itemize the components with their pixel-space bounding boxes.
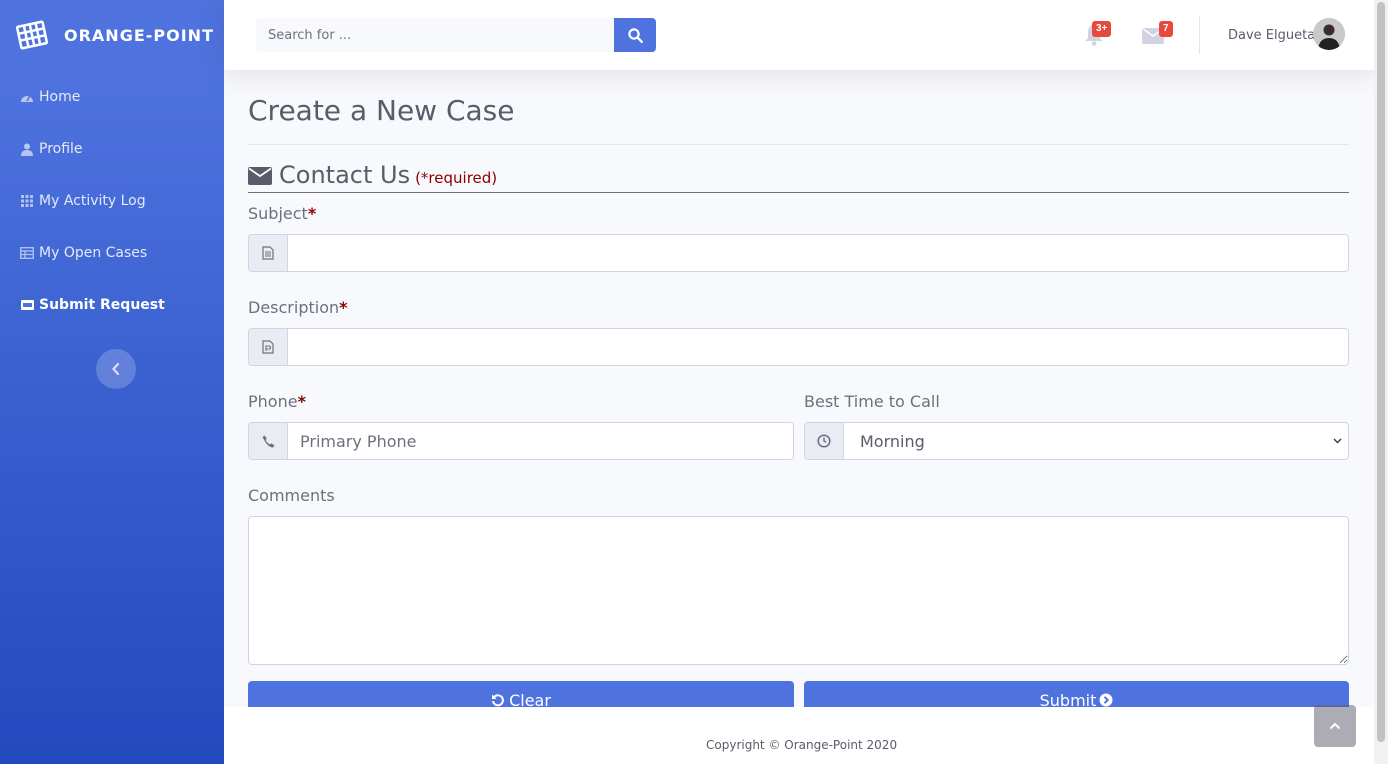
sidebar-toggle-button[interactable] xyxy=(96,349,136,389)
sidebar-item-label: My Activity Log xyxy=(39,193,146,209)
main-content: Create a New Case Contact Us (*required)… xyxy=(248,70,1349,719)
phone-input[interactable] xyxy=(288,423,793,459)
sidebar-item-activity-log[interactable]: My Activity Log xyxy=(0,175,224,227)
messages-button[interactable]: 7 xyxy=(1141,21,1173,46)
subject-input[interactable] xyxy=(288,235,1348,271)
sidebar-item-home[interactable]: Home xyxy=(0,71,224,123)
search-button[interactable] xyxy=(614,18,656,52)
messages-badge: 7 xyxy=(1159,21,1173,37)
description-input[interactable] xyxy=(288,329,1348,365)
chevron-up-icon xyxy=(1329,722,1341,730)
alerts-button[interactable]: 3+ xyxy=(1082,21,1112,46)
description-field-group xyxy=(248,328,1349,366)
copyright-text: Copyright © Orange-Point 2020 xyxy=(706,738,898,752)
phone-icon xyxy=(249,423,288,459)
comments-textarea[interactable] xyxy=(248,516,1349,665)
best-time-value: Morning xyxy=(860,431,925,451)
grid-icon xyxy=(20,194,34,208)
chevron-down-icon xyxy=(1333,438,1342,444)
undo-icon xyxy=(492,694,504,707)
required-note: (*required) xyxy=(415,169,498,187)
file-text-icon xyxy=(249,329,288,365)
envelope-icon xyxy=(248,167,272,185)
footer xyxy=(224,707,1374,764)
search-bar xyxy=(256,18,656,52)
avatar[interactable] xyxy=(1313,18,1345,50)
arrow-circle-right-icon xyxy=(1099,693,1113,707)
sidebar-item-submit-request[interactable]: Submit Request xyxy=(0,279,224,331)
sidebar: ORANGE-POINT Home Profile My Activity Lo… xyxy=(0,0,224,764)
phone-label: Phone* xyxy=(248,392,306,411)
sidebar-item-label: My Open Cases xyxy=(39,245,148,261)
subject-field-group xyxy=(248,234,1349,272)
comments-label: Comments xyxy=(248,486,335,505)
chevron-left-icon xyxy=(112,363,120,375)
subject-label: Subject* xyxy=(248,204,317,223)
user-icon xyxy=(20,142,34,156)
best-time-field-group: Morning xyxy=(804,422,1349,460)
grid-logo-icon xyxy=(16,20,48,50)
best-time-select[interactable]: Morning xyxy=(844,423,1348,459)
sidebar-item-label: Home xyxy=(39,89,81,105)
sidebar-item-label: Submit Request xyxy=(39,297,165,313)
document-icon xyxy=(249,235,288,271)
sidebar-item-open-cases[interactable]: My Open Cases xyxy=(0,227,224,279)
sidebar-item-profile[interactable]: Profile xyxy=(0,123,224,175)
scroll-to-top-button[interactable] xyxy=(1314,705,1356,747)
search-input[interactable] xyxy=(256,18,614,52)
new-badge-icon xyxy=(20,298,34,312)
phone-column: Phone* xyxy=(248,390,794,460)
page-title: Create a New Case xyxy=(248,94,515,127)
section-title-text: Contact Us xyxy=(279,161,411,189)
alerts-badge: 3+ xyxy=(1092,21,1112,37)
best-time-label: Best Time to Call xyxy=(804,392,940,411)
best-time-column: Best Time to Call Morning xyxy=(804,390,1349,460)
search-icon xyxy=(627,27,643,43)
topbar-divider xyxy=(1199,16,1200,54)
brand-name: ORANGE-POINT xyxy=(64,25,214,45)
divider xyxy=(248,144,1349,145)
sidebar-item-label: Profile xyxy=(39,141,83,157)
dashboard-icon xyxy=(20,90,34,104)
page-scrollbar[interactable] xyxy=(1374,0,1388,764)
scroll-thumb[interactable] xyxy=(1377,2,1385,742)
section-divider xyxy=(248,192,1349,193)
table-icon xyxy=(20,246,34,260)
phone-field-group xyxy=(248,422,794,460)
clock-icon xyxy=(805,423,844,459)
section-title: Contact Us (*required) xyxy=(248,161,1349,189)
user-name[interactable]: Dave Elgueta xyxy=(1228,28,1315,43)
brand[interactable]: ORANGE-POINT xyxy=(0,0,224,70)
topbar: 3+ 7 Dave Elgueta xyxy=(224,0,1374,70)
description-label: Description* xyxy=(248,298,348,317)
phone-row: Phone* Best Time to Call Morning xyxy=(248,390,1349,460)
